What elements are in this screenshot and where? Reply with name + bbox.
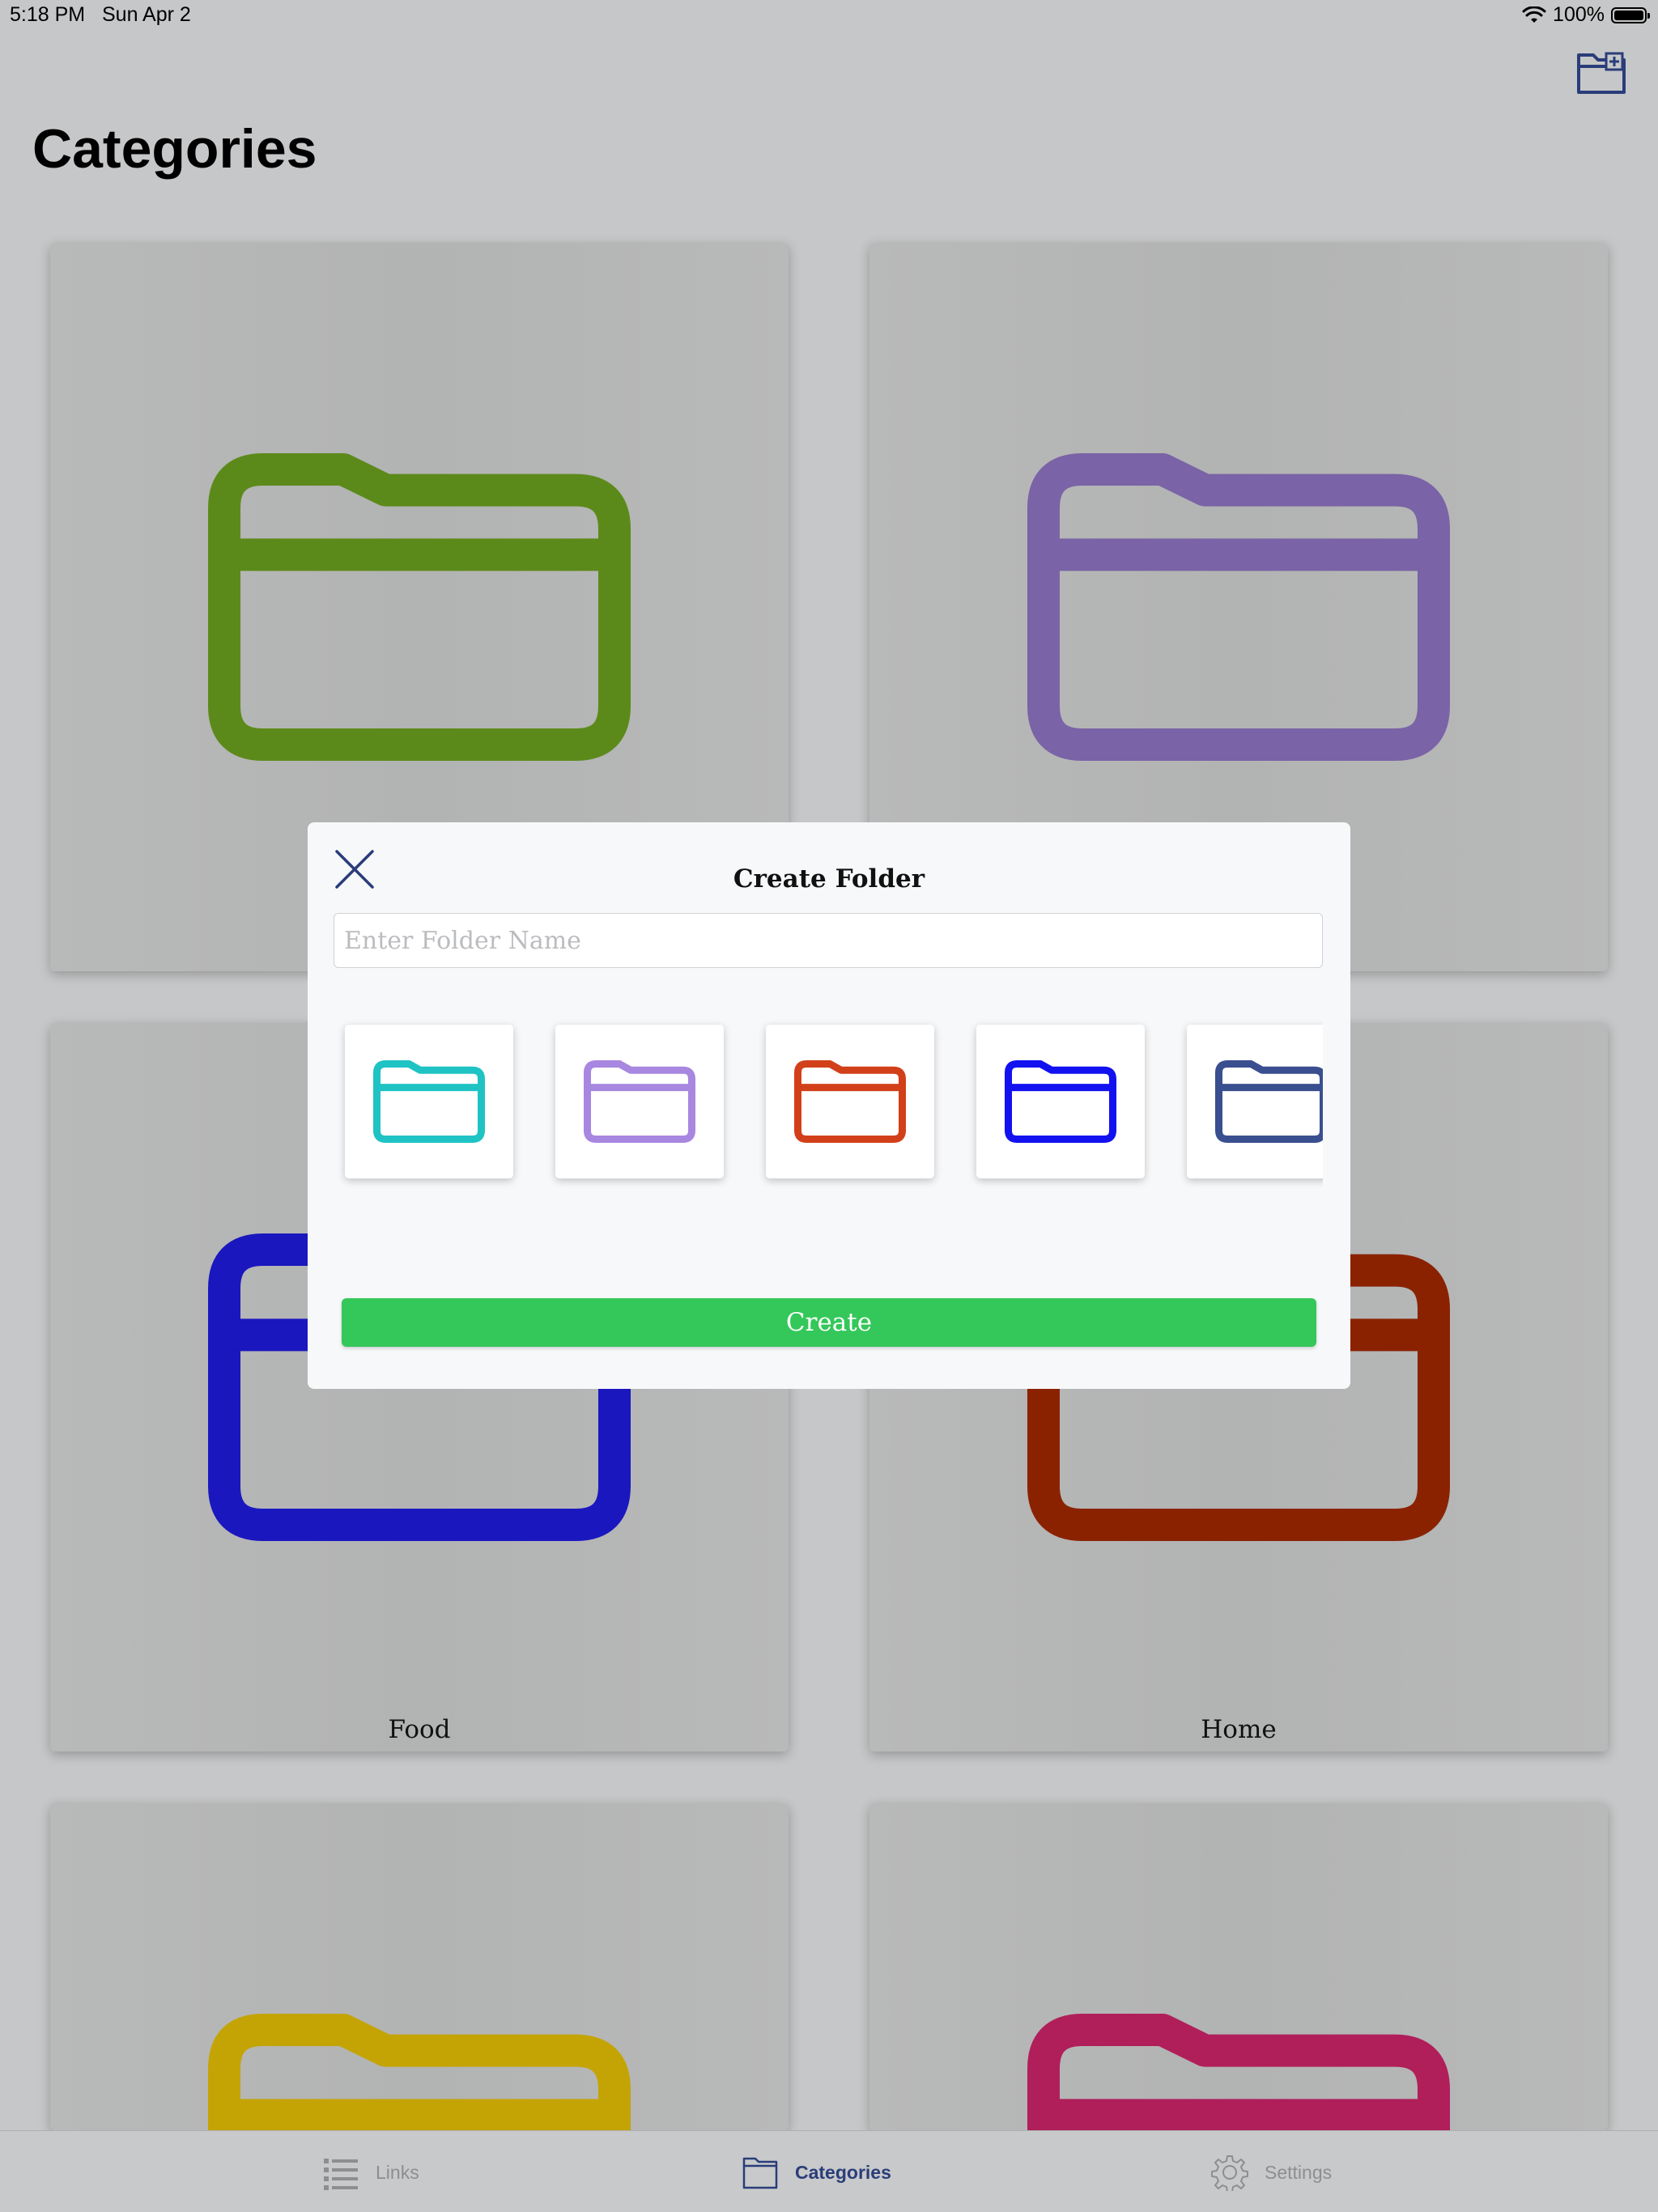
gear-icon <box>1211 2155 1248 2191</box>
color-swatch[interactable] <box>976 1025 1145 1178</box>
dialog-title: Create Folder <box>733 864 925 894</box>
tab-label: Categories <box>795 2161 891 2183</box>
category-card[interactable] <box>50 1803 789 2130</box>
tab-label: Settings <box>1265 2161 1333 2183</box>
folder-icon <box>1005 1060 1116 1143</box>
status-date: Sun Apr 2 <box>102 3 191 26</box>
color-swatch[interactable] <box>1187 1025 1323 1178</box>
status-right: 100% <box>1522 3 1650 27</box>
folder-icon <box>208 453 631 761</box>
create-folder-dialog: Create Folder Create <box>308 822 1350 1389</box>
folder-icon <box>373 1060 485 1143</box>
tab-categories[interactable]: Categories <box>742 2154 891 2191</box>
category-label: Home <box>1201 1715 1277 1744</box>
tab-bar: Links Categories Settings <box>0 2130 1658 2212</box>
wifi-icon <box>1522 6 1546 23</box>
folder-icon <box>1215 1060 1323 1143</box>
folder-icon <box>742 2157 778 2189</box>
color-swatch[interactable] <box>555 1025 724 1178</box>
color-swatch[interactable] <box>766 1025 934 1178</box>
folder-icon <box>1027 2014 1450 2130</box>
color-swatch[interactable] <box>345 1025 513 1178</box>
folder-icon <box>1027 453 1450 761</box>
folder-icon <box>208 2014 631 2130</box>
battery-icon <box>1611 6 1650 23</box>
status-bar: 5:18 PM Sun Apr 2 100% <box>0 0 1658 32</box>
color-picker[interactable] <box>334 1002 1323 1196</box>
add-folder-button[interactable] <box>1575 50 1627 96</box>
battery-percent: 100% <box>1553 3 1605 26</box>
page-title: Categories <box>32 118 317 180</box>
list-icon <box>324 2159 358 2190</box>
category-card[interactable] <box>869 1803 1608 2130</box>
category-label: Food <box>388 1715 451 1744</box>
tab-label: Links <box>376 2161 419 2183</box>
status-time: 5:18 PM <box>10 3 86 26</box>
folder-icon <box>584 1060 695 1143</box>
tab-links[interactable]: Links <box>322 2154 419 2191</box>
folder-name-input[interactable] <box>334 913 1323 968</box>
create-button[interactable]: Create <box>342 1298 1316 1347</box>
tab-settings[interactable]: Settings <box>1211 2154 1332 2191</box>
folder-icon <box>794 1060 906 1143</box>
